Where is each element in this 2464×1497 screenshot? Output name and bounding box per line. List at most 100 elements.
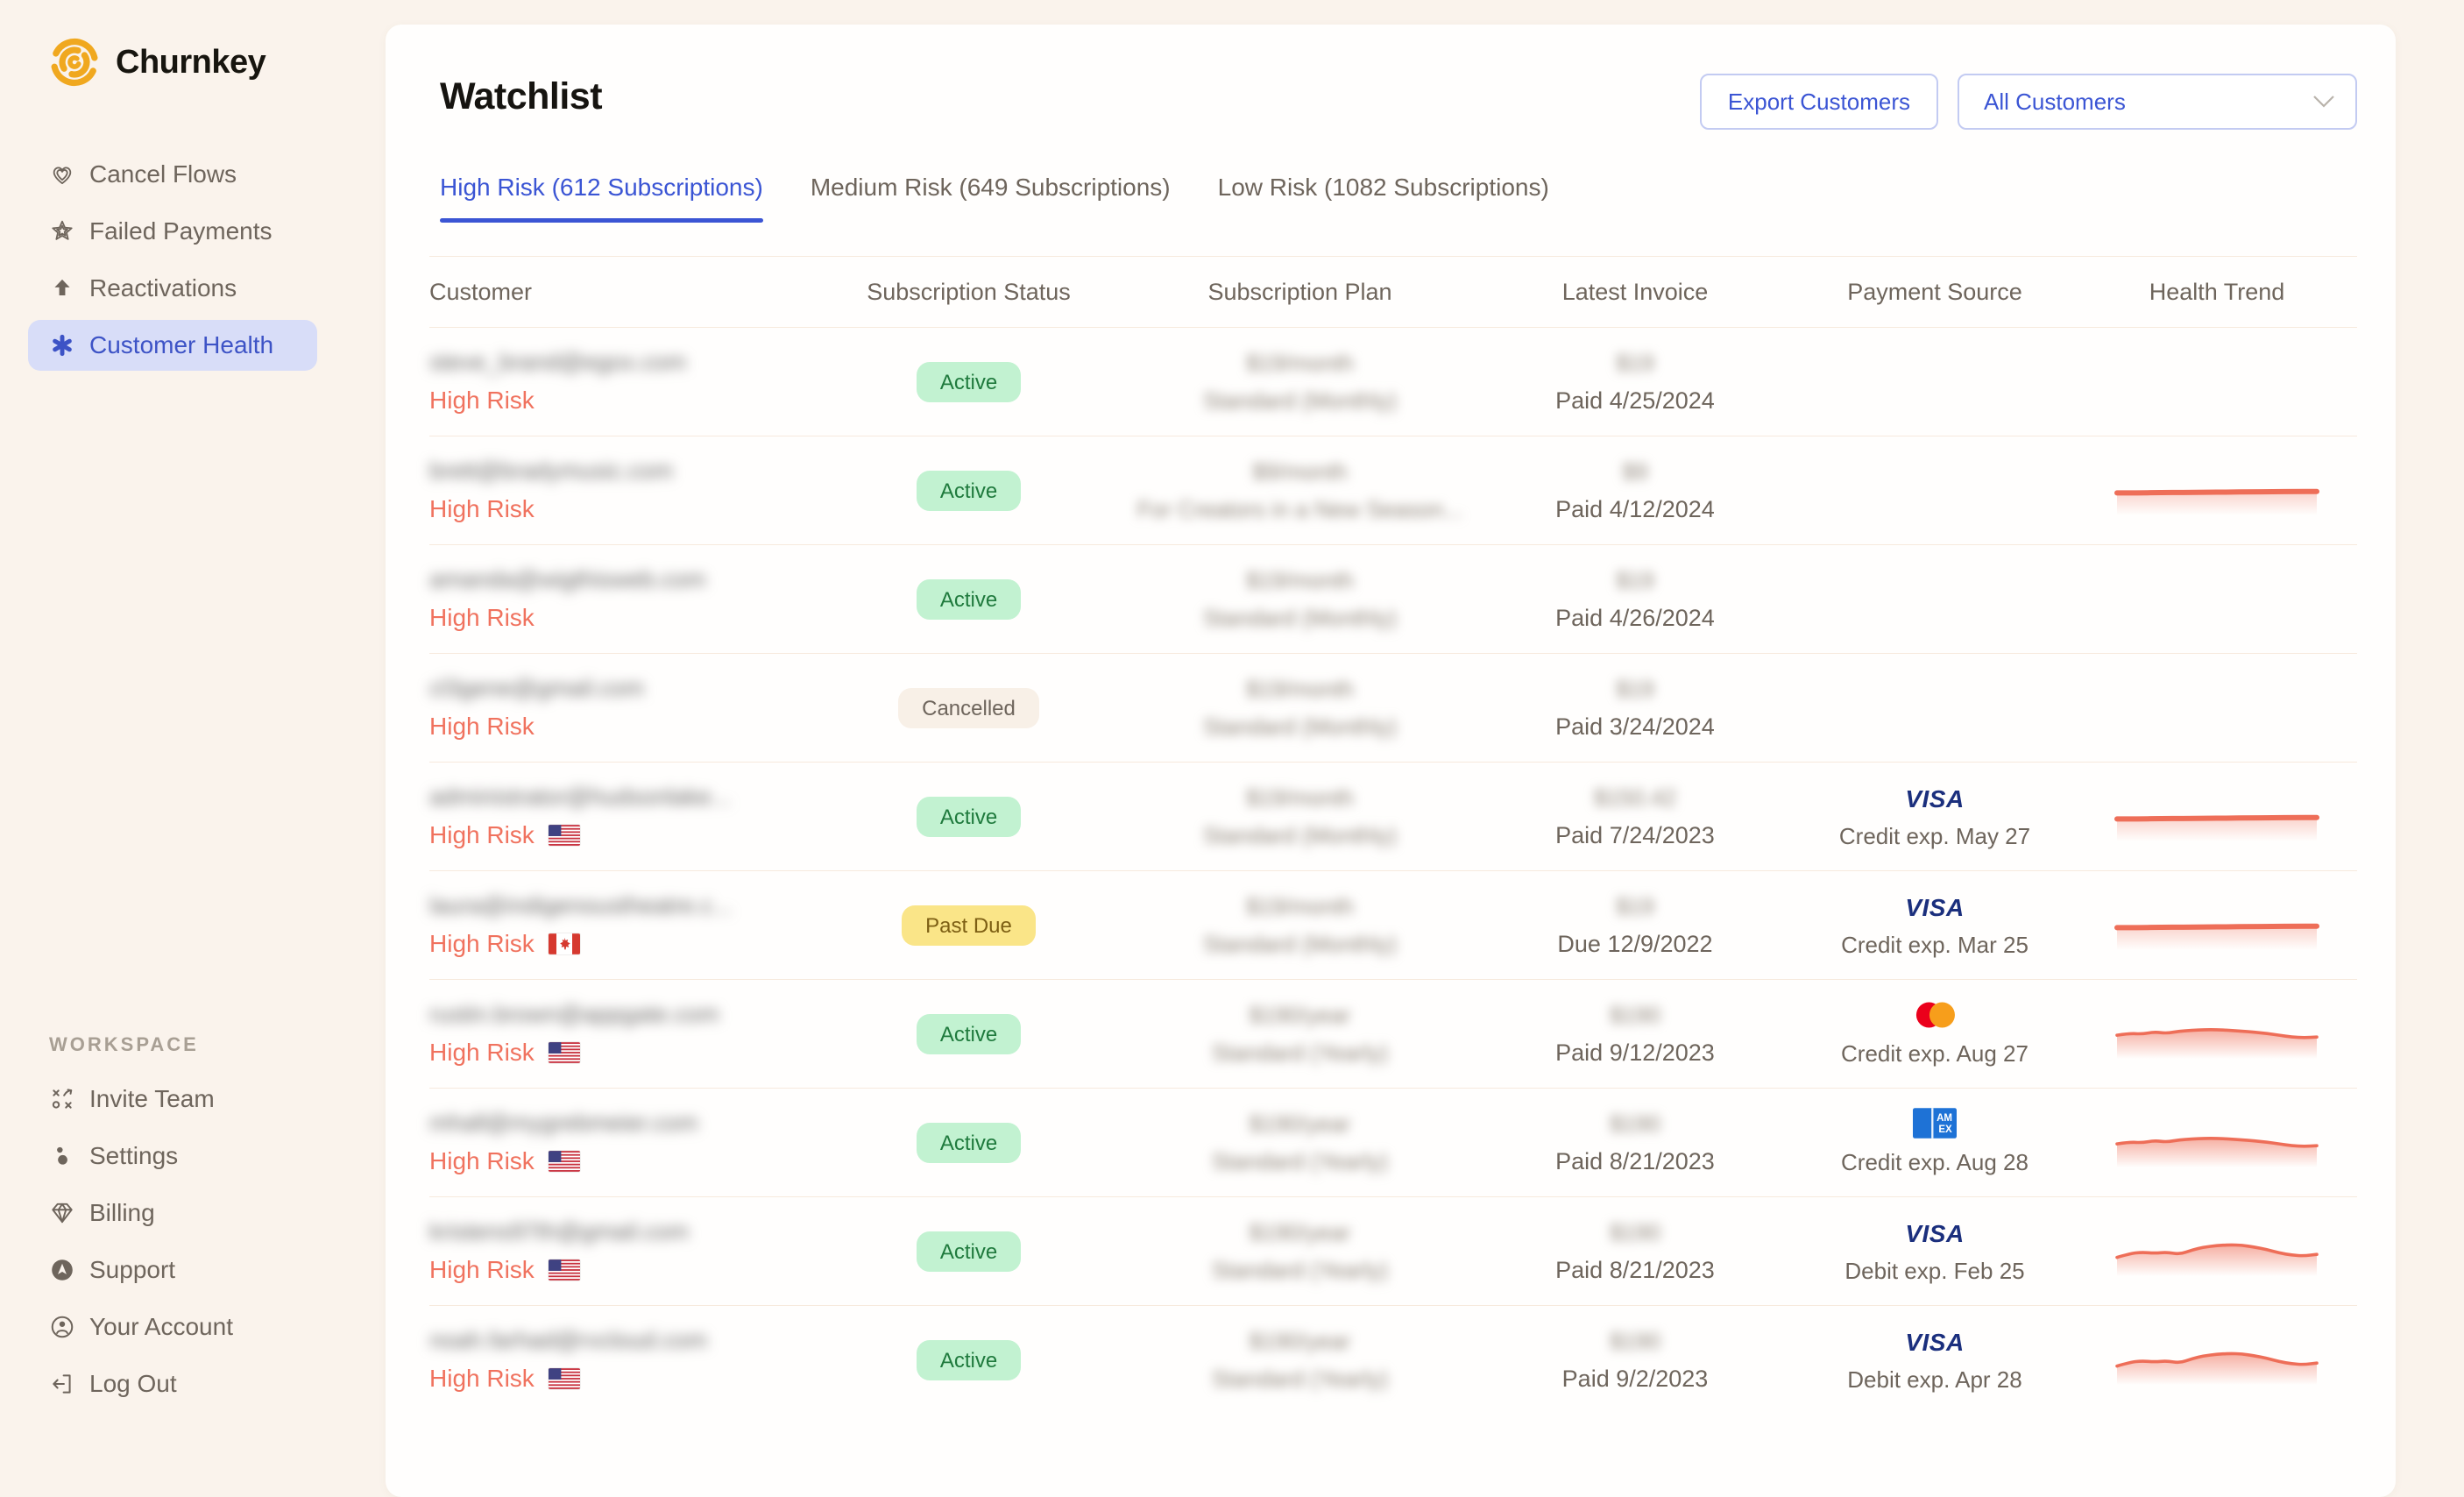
risk-line: High Risk (429, 495, 815, 523)
invoice-status: Paid 8/21/2023 (1477, 1257, 1793, 1284)
sidebar-item-label: Cancel Flows (89, 160, 237, 188)
workspace-item-billing[interactable]: Billing (28, 1188, 317, 1238)
risk-line: High Risk (429, 604, 815, 632)
risk-tabs: High Risk (612 Subscriptions) Medium Risk… (440, 174, 2357, 223)
sidebar-item-reactivations[interactable]: Reactivations (28, 263, 317, 314)
invoice-status: Paid 8/21/2023 (1477, 1148, 1793, 1175)
latest-invoice-cell: $190Paid 9/2/2023 (1477, 1328, 1793, 1393)
subscription-plan-cell: $190/yearStandard (Yearly) (1122, 1328, 1477, 1393)
customer-email: administrator@hudsonlake... (429, 784, 797, 811)
dots-icon (49, 1143, 75, 1169)
visa-logo-icon: VISA (1905, 785, 1964, 813)
tab-medium-risk[interactable]: Medium Risk (649 Subscriptions) (811, 174, 1171, 223)
subscription-status-cell: Active (815, 1014, 1122, 1054)
risk-line: High Risk (429, 1365, 815, 1393)
plan-price: $9/month (1122, 458, 1477, 486)
invoice-status: Paid 7/24/2023 (1477, 822, 1793, 849)
table-row[interactable]: rustin.brown@appgate.comHigh RiskActive $… (429, 980, 2357, 1089)
sidebar-item-cancel-flows[interactable]: Cancel Flows (28, 149, 317, 200)
header-actions: Export Customers All Customers (1700, 74, 2357, 130)
table-row[interactable]: amanda@wigthisweb.comHigh RiskActive$19/… (429, 545, 2357, 654)
table-row[interactable]: cl3gene@gmail.comHigh RiskCancelled$19/m… (429, 654, 2357, 763)
health-trend-cell (2077, 899, 2357, 952)
card-logo: AMEX (1793, 1109, 2077, 1142)
app-logo[interactable]: Churnkey (49, 37, 386, 88)
customer-cell: mhall@mygrebmeier.comHigh Risk (429, 1110, 815, 1175)
customer-cell: rustin.brown@appgate.comHigh Risk (429, 1001, 815, 1067)
risk-line: High Risk (429, 1147, 815, 1175)
workspace-item-your-account[interactable]: Your Account (28, 1302, 317, 1352)
table-row[interactable]: laura@indigenoustheatre.c...High RiskPas… (429, 871, 2357, 980)
invoice-status: Paid 4/12/2024 (1477, 496, 1793, 523)
card-expiry: Debit exp. Feb 25 (1793, 1258, 2077, 1285)
table-row[interactable]: administrator@hudsonlake... High RiskActi… (429, 763, 2357, 871)
sidebar-item-customer-health[interactable]: Customer Health (28, 320, 317, 371)
card-logo: VISA (1793, 783, 2077, 816)
plan-price: $19/month (1122, 350, 1477, 377)
subscription-status-cell: Active (815, 1340, 1122, 1380)
subscription-status-badge: Active (917, 579, 1021, 620)
customer-email: steve_brand@egox.com (429, 349, 797, 376)
customer-cell: steve_brand@egox.comHigh Risk (429, 349, 815, 415)
churnkey-logo-icon (49, 37, 100, 88)
us-flag-icon (549, 1151, 580, 1172)
risk-line: High Risk (429, 821, 815, 849)
card-expiry: Debit exp. Apr 28 (1793, 1366, 2077, 1394)
health-trend-cell (2077, 1225, 2357, 1278)
invoice-amount: $190 (1477, 1002, 1793, 1029)
subscription-status-cell: Active (815, 797, 1122, 837)
payment-source-cell: AMEXCredit exp. Aug 28 (1793, 1109, 2077, 1176)
page-header: Watchlist Export Customers All Customers (440, 75, 2357, 130)
table-row[interactable]: brett@bradymusic.com High Risk Active $9/mo… (429, 436, 2357, 545)
subscription-plan-cell: $19/month Standard (Monthly) (1122, 350, 1477, 415)
tab-high-risk[interactable]: High Risk (612 Subscriptions) (440, 174, 763, 223)
subscription-status-badge: Active (917, 471, 1021, 511)
latest-invoice-cell: $150.42Paid 7/24/2023 (1477, 784, 1793, 849)
column-header-customer: Customer (429, 279, 815, 306)
table-row[interactable]: mhall@mygrebmeier.comHigh RiskActive$190… (429, 1089, 2357, 1197)
tab-low-risk[interactable]: Low Risk (1082 Subscriptions) (1218, 174, 1549, 223)
workspace-item-settings[interactable]: Settings (28, 1131, 317, 1181)
subscription-status-badge: Active (917, 1340, 1021, 1380)
table-row[interactable]: kristens97th@gmail.comHigh RiskActive$19… (429, 1197, 2357, 1306)
payment-source-cell: Credit exp. Aug 27 (1793, 1000, 2077, 1068)
payment-source-cell: VISADebit exp. Feb 25 (1793, 1217, 2077, 1285)
risk-line: High Risk (429, 1039, 815, 1067)
plan-name: Standard (Monthly) (1122, 387, 1477, 415)
invoice-status: Paid 4/25/2024 (1477, 387, 1793, 415)
card-expiry: Credit exp. Aug 27 (1793, 1040, 2077, 1068)
table-row[interactable]: steve_brand@egox.comHigh RiskActive$19/m… (429, 328, 2357, 436)
sidebar-item-failed-payments[interactable]: Failed Payments (28, 206, 317, 257)
subscription-plan-cell: $19/monthStandard (Monthly) (1122, 676, 1477, 741)
column-header-latest-invoice: Latest Invoice (1477, 279, 1793, 306)
risk-label: High Risk (429, 1256, 535, 1284)
sidebar-item-label: Reactivations (89, 274, 237, 302)
table-row[interactable]: noah.farhad@rvcloud.comHigh RiskActive$1… (429, 1306, 2357, 1414)
invoice-amount: $19 (1477, 893, 1793, 920)
plan-name: Standard (Yearly) (1122, 1148, 1477, 1175)
gem-icon (49, 1200, 75, 1226)
subscription-status-cell: Active (815, 1231, 1122, 1272)
export-customers-button[interactable]: Export Customers (1700, 74, 1938, 130)
invoice-amount: $9 (1477, 458, 1793, 486)
latest-invoice-cell: $19Due 12/9/2022 (1477, 893, 1793, 958)
workspace-item-invite-team[interactable]: Invite Team (28, 1074, 317, 1125)
star-icon (49, 218, 75, 245)
main-area: Watchlist Export Customers All Customers… (386, 0, 2464, 1444)
workspace-item-support[interactable]: Support (28, 1245, 317, 1295)
sidebar-item-label: Failed Payments (89, 217, 273, 245)
invoice-status: Paid 4/26/2024 (1477, 605, 1793, 632)
customer-cell: amanda@wigthisweb.comHigh Risk (429, 566, 815, 632)
subscription-plan-cell: $9/monthFor Creators in a New Season... (1122, 458, 1477, 523)
plan-price: $190/year (1122, 1328, 1477, 1355)
workspace-item-label: Billing (89, 1199, 155, 1227)
customer-email: brett@bradymusic.com (429, 458, 797, 485)
plan-name: Standard (Yearly) (1122, 1257, 1477, 1284)
table-header-row: CustomerSubscription StatusSubscription … (429, 256, 2357, 328)
workspace-item-log-out[interactable]: Log Out (28, 1359, 317, 1409)
subscription-plan-cell: $19/monthStandard (Monthly) (1122, 784, 1477, 849)
health-trend-sparkline (2114, 791, 2320, 843)
customer-filter-select[interactable]: All Customers (1958, 74, 2357, 130)
risk-label: High Risk (429, 604, 535, 632)
payment-source-cell: VISACredit exp. May 27 (1793, 783, 2077, 850)
